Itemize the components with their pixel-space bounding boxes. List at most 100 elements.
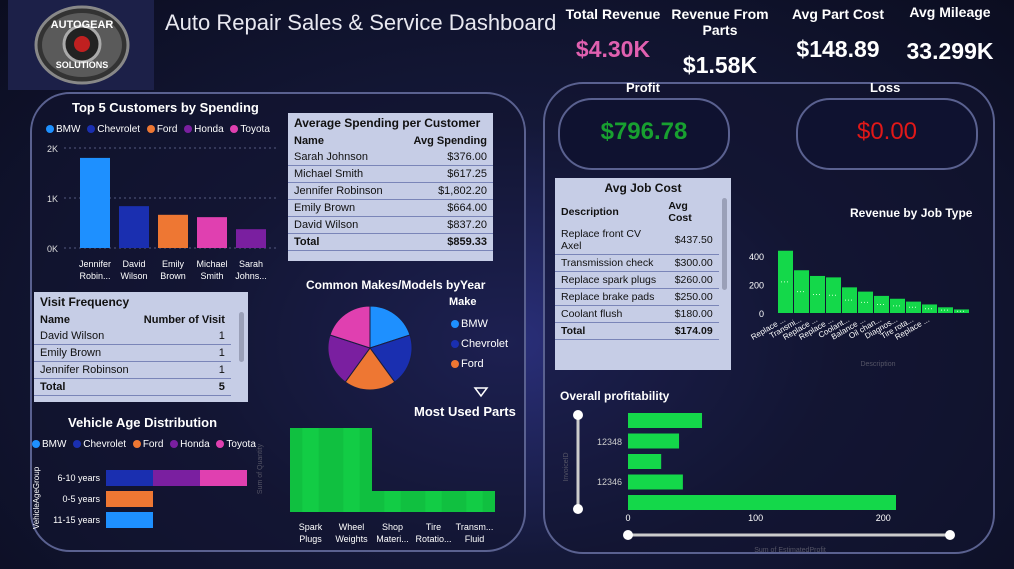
scrollbar[interactable] (239, 312, 244, 362)
legend-label: Ford (461, 358, 484, 370)
table-row[interactable]: Jennifer Robinson $1,802.20 (288, 182, 493, 200)
bar (158, 214, 188, 248)
table-row[interactable]: Replace front CV Axel $437.50 (555, 226, 719, 255)
x-tick-label: Sarah (239, 259, 263, 269)
table-row[interactable]: Sarah Johnson $376.00 (288, 149, 493, 166)
bar (628, 413, 703, 428)
bar (810, 275, 825, 313)
col-name[interactable]: Name (34, 312, 136, 328)
makes-pie-title: Common Makes/Models byYear (306, 278, 486, 292)
legend-dot (451, 340, 459, 349)
x-tick-label: Materi... (376, 534, 409, 544)
bar (858, 291, 873, 313)
x-tick-label: Robin... (79, 271, 110, 281)
legend-ford: Ford (142, 439, 164, 450)
cell: $376.00 (398, 149, 493, 166)
autogear-logo: AUTOGEAR SOLUTIONS (34, 5, 130, 85)
table-row[interactable]: Transmission check $300.00 (555, 254, 719, 272)
legend-dot (46, 125, 54, 134)
visit-frequency-grid: Name Number of Visit David Wilson 1 Emily … (34, 312, 231, 396)
cell: Replace front CV Axel (555, 226, 663, 255)
vehicle-age-title: Vehicle Age Distribution (68, 415, 218, 430)
legend-dot (87, 125, 96, 134)
y-tick-label: 0K (47, 244, 58, 254)
cell: Jennifer Robinson (34, 361, 137, 379)
kpi-total-revenue: Total Revenue $4.30K (558, 6, 668, 63)
col-avg-spending[interactable]: Avg Spending (399, 133, 493, 149)
legend-dot (170, 440, 179, 449)
total-row: Total 5 (34, 378, 231, 396)
bar (794, 270, 809, 313)
cell: $664.00 (398, 199, 493, 217)
col-visits[interactable]: Number of Visit (136, 312, 231, 328)
table-row[interactable]: Michael Smith $617.25 (288, 165, 493, 183)
visit-frequency-table: Visit Frequency Name Number of Visit Davi… (34, 292, 248, 402)
legend-dot (184, 125, 193, 134)
legend-dot (32, 440, 40, 449)
col-description[interactable]: Description (555, 198, 662, 226)
total-row: Total $174.09 (555, 322, 719, 340)
scrollbar[interactable] (722, 198, 727, 290)
x-tick-label: David (122, 259, 145, 269)
legend-dot (146, 125, 155, 134)
x-tick-label: Wheel (339, 522, 365, 532)
top-customers-chart: 2K 1K 0K Jennifer Robin... David Wilson Emily Br… (47, 144, 276, 281)
table-row[interactable]: Replace spark plugs $260.00 (555, 271, 719, 289)
cell: Coolant flush (555, 305, 663, 323)
profit-value: $796.78 (600, 118, 688, 145)
bar (954, 309, 969, 313)
cell: Total (555, 322, 663, 340)
bar (628, 454, 662, 469)
x-tick-label: 200 (876, 513, 891, 523)
col-avg-cost[interactable]: Avg Cost (662, 198, 718, 226)
kpi-value: $1.58K (682, 52, 758, 78)
kpi-label: Revenue From Parts (671, 6, 769, 38)
table-row[interactable]: Coolant flush $180.00 (555, 305, 719, 323)
legend-dot (73, 440, 82, 449)
table-row[interactable]: Emily Brown 1 (34, 344, 231, 362)
cell: $300.00 (662, 254, 719, 272)
bar-highlight (384, 491, 401, 512)
kpi-value: $148.89 (796, 36, 880, 62)
x-tick-label: Smith (200, 271, 223, 281)
y-tick-label: 2K (47, 144, 58, 154)
table-row[interactable]: Jennifer Robinson 1 (34, 361, 231, 379)
x-tick-label: 0 (625, 513, 630, 523)
bar (628, 495, 896, 510)
bar (778, 250, 793, 313)
bar (906, 301, 921, 313)
legend-chevrolet: Chevrolet (83, 439, 127, 450)
x-tick-label: Weights (335, 534, 368, 544)
y-tick-label: 12348 (597, 437, 622, 447)
profit-label: Profit (626, 80, 660, 95)
avg-spending-table: Average Spending per Customer Name Avg Sp… (288, 113, 493, 261)
table-row[interactable]: Replace brake pads $250.00 (555, 288, 719, 306)
legend-dot (451, 320, 459, 329)
cell: $260.00 (662, 271, 719, 289)
cell: David Wilson (288, 216, 399, 234)
x-axis-label: Sum of EstimatedProfit (754, 547, 826, 554)
bar (119, 206, 149, 248)
pie-legend: BMW Chevrolet Ford (447, 314, 508, 374)
cell: $250.00 (662, 288, 719, 306)
table-row[interactable]: David Wilson 1 (34, 328, 231, 345)
bar (80, 157, 110, 248)
dashboard-title: Auto Repair Sales & Service Dashboard (165, 10, 557, 35)
bar (890, 298, 905, 313)
filter-triangle-icon[interactable] (473, 386, 489, 398)
makes-pie-chart (327, 305, 413, 391)
cell: 5 (136, 378, 231, 396)
legend-bmw: BMW (56, 124, 81, 135)
kpi-value: 33.299K (906, 38, 994, 64)
cell: Total (288, 233, 399, 251)
table-row[interactable]: Emily Brown $664.00 (288, 199, 493, 217)
x-tick-label: Brown (160, 271, 186, 281)
bar-highlight (343, 428, 360, 512)
x-tick-label: Shop (382, 522, 403, 532)
table-row[interactable]: David Wilson $837.20 (288, 216, 493, 234)
bar-highlight (425, 491, 442, 512)
y-tick-label: 400 (749, 252, 764, 262)
cell: Emily Brown (34, 344, 137, 362)
kpi-value: $4.30K (575, 36, 651, 62)
col-name[interactable]: Name (288, 133, 399, 149)
